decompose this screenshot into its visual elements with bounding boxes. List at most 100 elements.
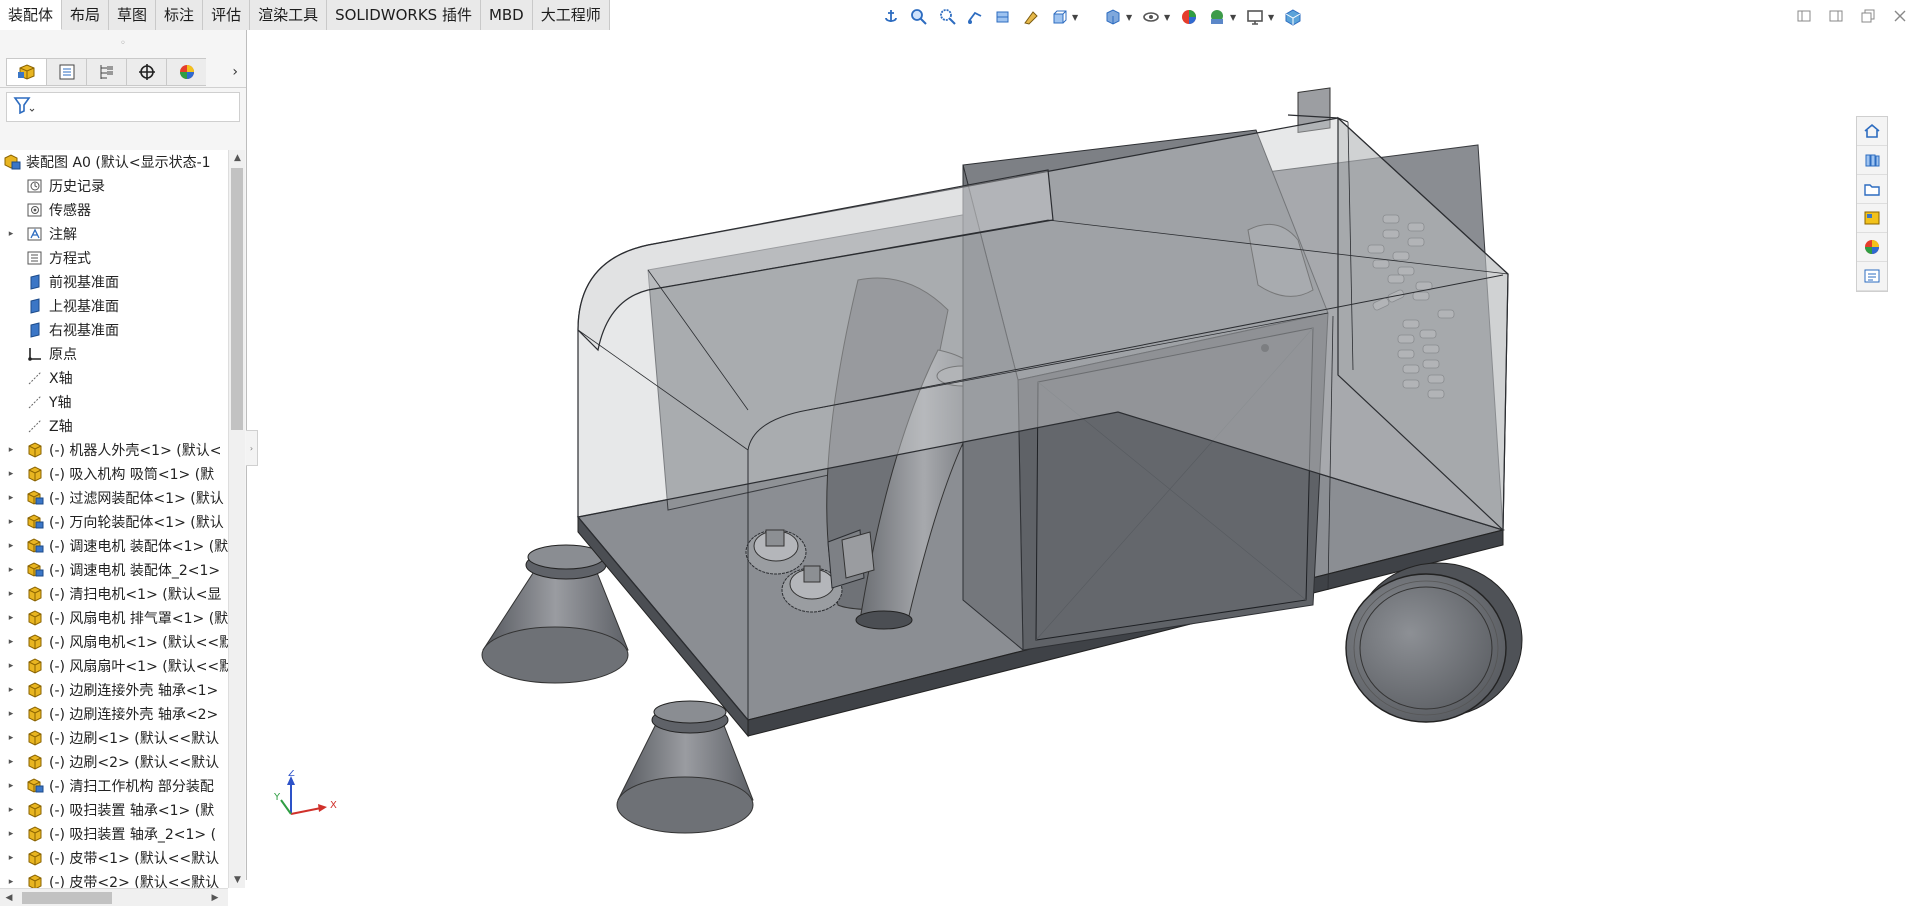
- displaymanager-tab[interactable]: [166, 57, 206, 86]
- tree-item[interactable]: ▸ (-) 过滤网装配体<1> (默认: [0, 486, 228, 510]
- expand-arrow-icon[interactable]: ▸: [4, 445, 18, 455]
- tree-item[interactable]: X轴: [0, 366, 228, 390]
- graphics-area[interactable]: Z X Y: [248, 30, 1888, 880]
- tree-item[interactable]: ▸ (-) 皮带<1> (默认<<默认: [0, 846, 228, 870]
- chevron-down-icon[interactable]: ▼: [1164, 13, 1172, 22]
- design-library-icon[interactable]: [1857, 146, 1887, 175]
- previous-view-icon[interactable]: [964, 6, 986, 28]
- expand-arrow-icon[interactable]: ▸: [4, 661, 18, 671]
- expand-arrow-icon[interactable]: ▸: [4, 781, 18, 791]
- anchor-icon[interactable]: [880, 6, 902, 28]
- propertymanager-tab[interactable]: [46, 57, 86, 86]
- expand-arrow-icon[interactable]: ▸: [4, 565, 18, 575]
- chevron-down-icon[interactable]: ▼: [1268, 13, 1276, 22]
- tab-3[interactable]: 标注: [156, 0, 204, 30]
- chevron-down-icon[interactable]: ▼: [1230, 13, 1238, 22]
- appearances-icon[interactable]: [1857, 233, 1887, 262]
- zoom-area-icon[interactable]: [936, 6, 958, 28]
- expand-arrow-icon[interactable]: ▸: [4, 805, 18, 815]
- expand-arrow-icon[interactable]: ▸: [4, 469, 18, 479]
- section-view-icon[interactable]: [992, 6, 1014, 28]
- tab-5[interactable]: 渲染工具: [250, 0, 328, 30]
- zoom-to-fit-icon[interactable]: [908, 6, 930, 28]
- tree-item[interactable]: ▸ (-) 边刷<1> (默认<<默认: [0, 726, 228, 750]
- restore-icon[interactable]: [1858, 6, 1878, 26]
- dynamic-annotation-icon[interactable]: [1020, 6, 1042, 28]
- tree-item[interactable]: ▸ (-) 边刷连接外壳 轴承<1>: [0, 678, 228, 702]
- chevron-right-icon[interactable]: ›: [232, 64, 238, 80]
- dock-left-icon[interactable]: [1794, 6, 1814, 26]
- expand-arrow-icon[interactable]: ▸: [4, 637, 18, 647]
- tree-item[interactable]: ▸ (-) 吸扫装置 轴承_2<1> (: [0, 822, 228, 846]
- tree-item[interactable]: ▸ (-) 调速电机 装配体_2<1>: [0, 558, 228, 582]
- dimxpert-tab[interactable]: [126, 57, 166, 86]
- scroll-right-icon[interactable]: ▶: [208, 890, 222, 906]
- expand-arrow-icon[interactable]: ▸: [4, 517, 18, 527]
- tree-horizontal-scrollbar[interactable]: ◀ ▶: [0, 888, 228, 906]
- tab-4[interactable]: 评估: [203, 0, 251, 30]
- tree-item[interactable]: 历史记录: [0, 174, 228, 198]
- filter-icon[interactable]: [13, 96, 35, 118]
- tree-item[interactable]: ▸ (-) 皮带<2> (默认<<默认: [0, 870, 228, 888]
- expand-arrow-icon[interactable]: ▸: [4, 229, 18, 239]
- scroll-left-icon[interactable]: ◀: [2, 890, 16, 906]
- tree-item[interactable]: ▸ (-) 风扇电机 排气罩<1> (默: [0, 606, 228, 630]
- tree-item[interactable]: Z轴: [0, 414, 228, 438]
- tree-filter[interactable]: [6, 92, 240, 122]
- view-palette-icon[interactable]: [1857, 204, 1887, 233]
- tree-item[interactable]: 上视基准面: [0, 294, 228, 318]
- tab-7[interactable]: MBD: [480, 0, 533, 30]
- custom-properties-icon[interactable]: [1857, 262, 1887, 291]
- tree-item[interactable]: ▸ 注解: [0, 222, 228, 246]
- tab-2[interactable]: 草图: [109, 0, 157, 30]
- view-orientation-icon[interactable]: [1048, 6, 1070, 28]
- view-settings-icon[interactable]: [1244, 6, 1266, 28]
- tree-item[interactable]: ▸ (-) 清扫工作机构 部分装配: [0, 774, 228, 798]
- configurationmanager-tab[interactable]: [86, 57, 126, 86]
- edit-appearance-icon[interactable]: [1178, 6, 1200, 28]
- close-icon[interactable]: [1890, 6, 1910, 26]
- hide-show-icon[interactable]: [1140, 6, 1162, 28]
- expand-arrow-icon[interactable]: ▸: [4, 589, 18, 599]
- expand-arrow-icon[interactable]: ▸: [4, 613, 18, 623]
- scroll-down-icon[interactable]: ▼: [229, 872, 246, 888]
- featuremanager-tab[interactable]: [6, 57, 46, 86]
- tree-item[interactable]: ▸ (-) 边刷连接外壳 轴承<2>: [0, 702, 228, 726]
- expand-arrow-icon[interactable]: ▸: [4, 757, 18, 767]
- display-style-icon[interactable]: [1102, 6, 1124, 28]
- tree-item[interactable]: ▸ (-) 风扇电机<1> (默认<<默: [0, 630, 228, 654]
- scroll-thumb[interactable]: [22, 892, 112, 904]
- expand-arrow-icon[interactable]: ▸: [4, 877, 18, 887]
- home-icon[interactable]: [1857, 117, 1887, 146]
- tree-vertical-scrollbar[interactable]: ▲ ▼: [228, 150, 245, 888]
- 3d-view-icon[interactable]: [1282, 6, 1304, 28]
- expand-arrow-icon[interactable]: ▸: [4, 733, 18, 743]
- scroll-up-icon[interactable]: ▲: [229, 150, 246, 166]
- tree-item[interactable]: 右视基准面: [0, 318, 228, 342]
- tree-item[interactable]: ▸ (-) 调速电机 装配体<1> (默: [0, 534, 228, 558]
- tree-item[interactable]: ▸ (-) 清扫电机<1> (默认<显: [0, 582, 228, 606]
- tab-8[interactable]: 大工程师: [532, 0, 610, 30]
- tree-item[interactable]: 方程式: [0, 246, 228, 270]
- tree-item[interactable]: ▸ (-) 万向轮装配体<1> (默认: [0, 510, 228, 534]
- expand-arrow-icon[interactable]: ▸: [4, 853, 18, 863]
- tree-item[interactable]: ▸ (-) 边刷<2> (默认<<默认: [0, 750, 228, 774]
- apply-scene-icon[interactable]: [1206, 6, 1228, 28]
- file-explorer-icon[interactable]: [1857, 175, 1887, 204]
- tab-6[interactable]: SOLIDWORKS 插件: [327, 0, 481, 30]
- tab-0[interactable]: 装配体: [0, 0, 63, 30]
- pane-grip[interactable]: ◦: [0, 30, 246, 56]
- expand-arrow-icon[interactable]: ▸: [4, 709, 18, 719]
- tree-item[interactable]: Y轴: [0, 390, 228, 414]
- expand-arrow-icon[interactable]: ▸: [4, 685, 18, 695]
- expand-arrow-icon[interactable]: ▸: [4, 829, 18, 839]
- dock-right-icon[interactable]: [1826, 6, 1846, 26]
- expand-arrow-icon[interactable]: ▸: [4, 493, 18, 503]
- tree-item[interactable]: ▸ (-) 吸入机构 吸筒<1> (默: [0, 462, 228, 486]
- expand-arrow-icon[interactable]: ▸: [4, 541, 18, 551]
- tab-1[interactable]: 布局: [62, 0, 110, 30]
- tree-item[interactable]: ▸ (-) 风扇扇叶<1> (默认<<默: [0, 654, 228, 678]
- tree-item[interactable]: ▸ (-) 吸扫装置 轴承<1> (默: [0, 798, 228, 822]
- tree-item[interactable]: 前视基准面: [0, 270, 228, 294]
- chevron-down-icon[interactable]: ▼: [1126, 13, 1134, 22]
